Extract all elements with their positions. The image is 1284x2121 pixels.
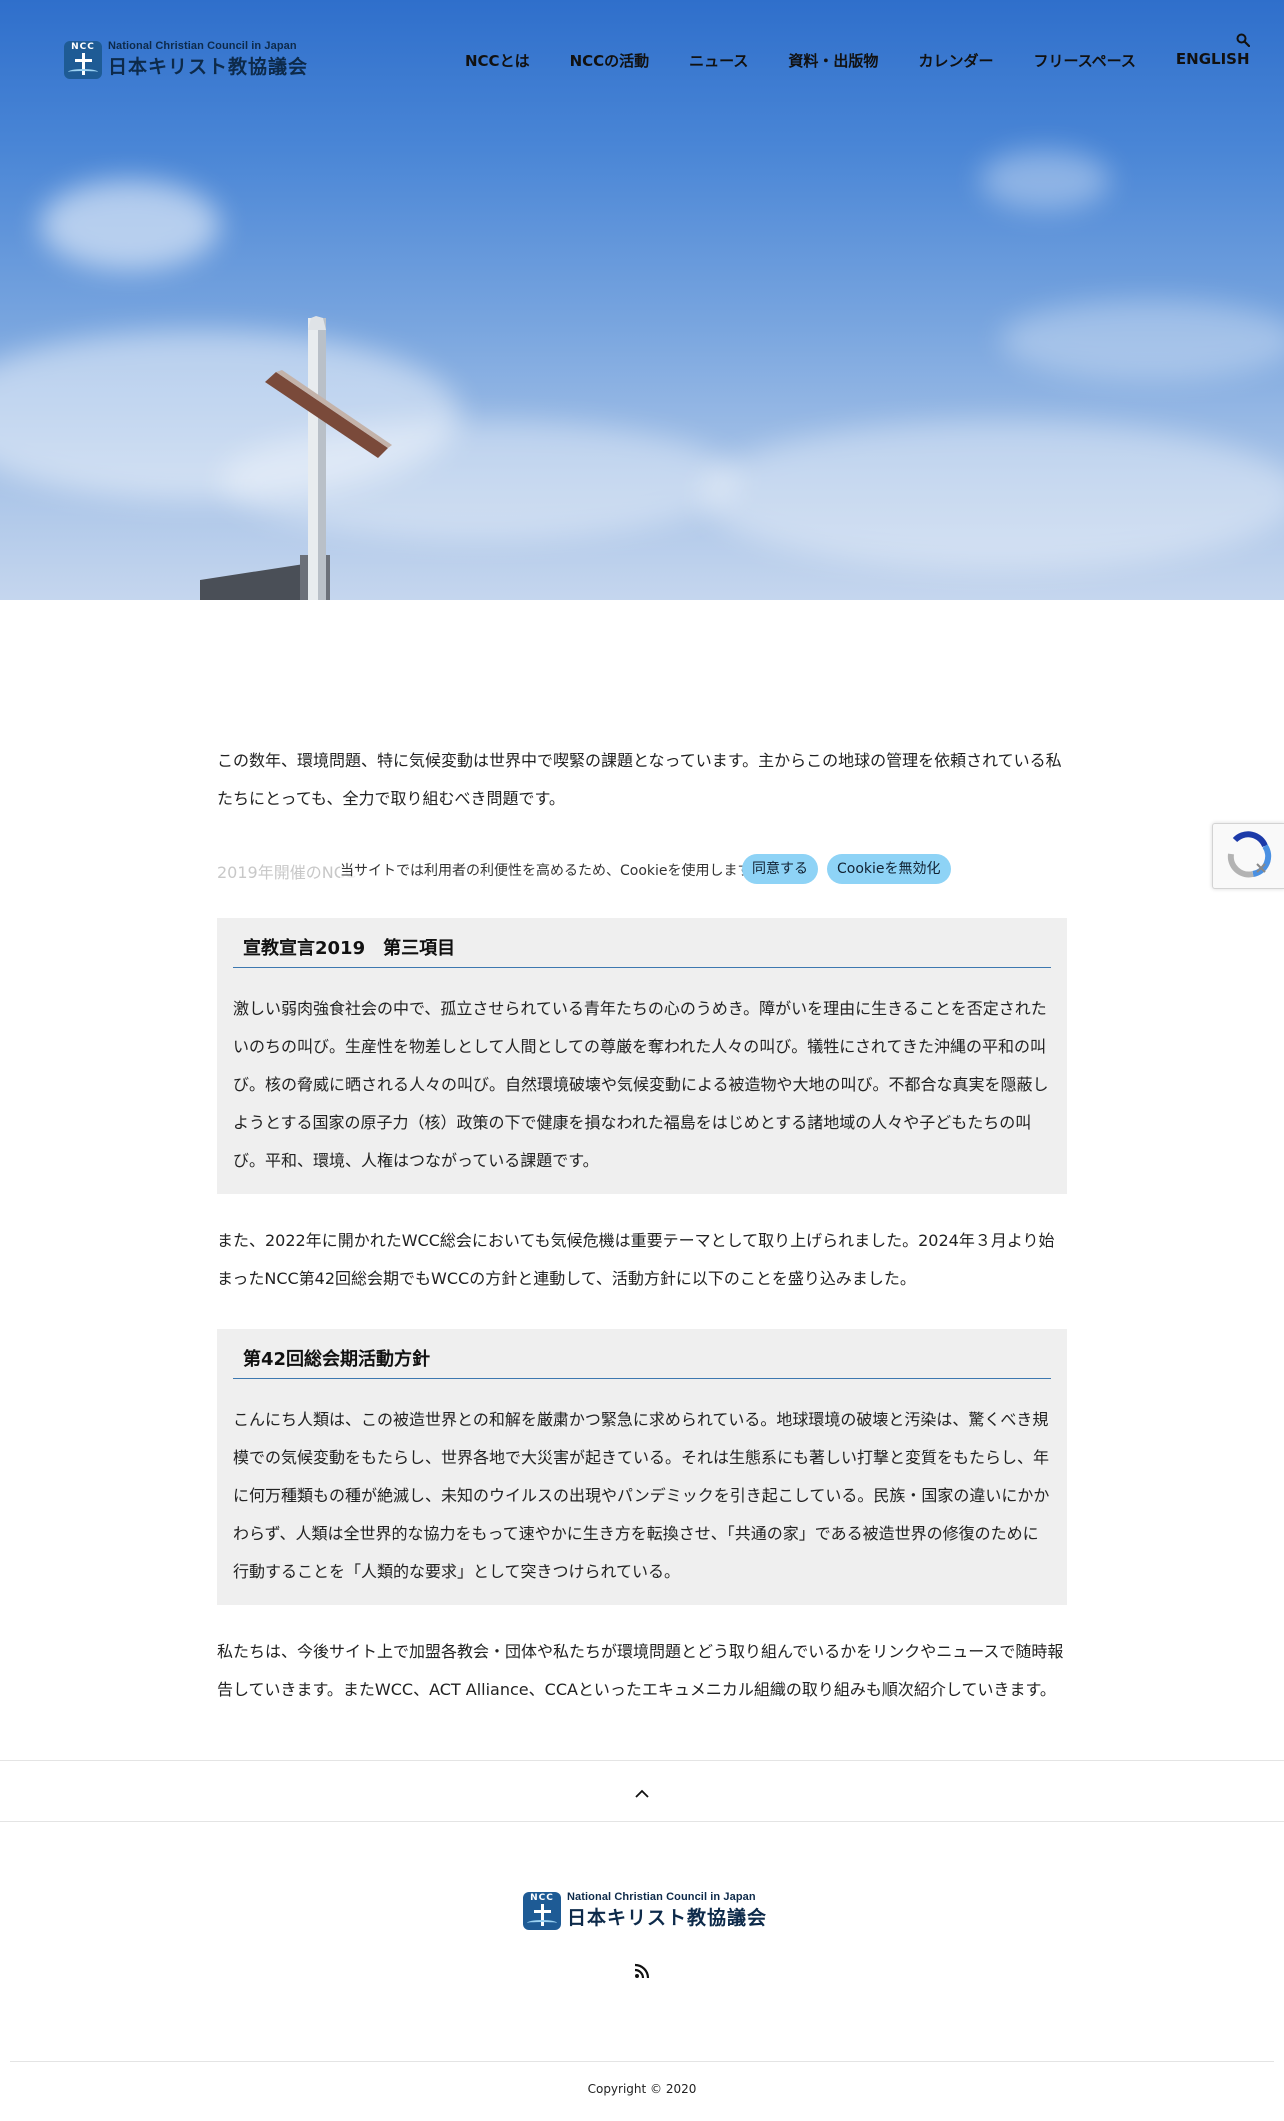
policy-box: 第42回総会期活動方針 こんにち人類は、この被造世界との和解を厳粛かつ緊急に求め…	[217, 1329, 1067, 1605]
site-header: NCC National Christian Council in Japan …	[0, 0, 1284, 120]
site-logo[interactable]: NCC National Christian Council in Japan …	[64, 40, 308, 79]
search-icon[interactable]	[1236, 33, 1250, 47]
cookie-decline-button[interactable]: Cookieを無効化	[827, 854, 951, 884]
nav-english[interactable]: ENGLISH	[1176, 50, 1250, 71]
box-title: 宣教宣言2019 第三項目	[233, 930, 1051, 968]
obscured-paragraph: 2019年開催のNCC	[217, 863, 357, 882]
rss-icon[interactable]	[634, 1963, 650, 1979]
nav-calendar[interactable]: カレンダー	[918, 50, 993, 71]
logo-japanese-name: 日本キリスト教協議会	[567, 1907, 768, 1929]
logo-japanese-name: 日本キリスト教協議会	[108, 56, 309, 78]
nav-free-space[interactable]: フリースペース	[1033, 50, 1135, 71]
nav-about[interactable]: NCCとは	[465, 50, 530, 71]
footer-logo[interactable]: NCC National Christian Council in Japan …	[523, 1891, 767, 1930]
box-title: 第42回総会期活動方針	[233, 1341, 1051, 1379]
intro-paragraph: この数年、環境問題、特に気候変動は世界中で喫緊の課題となっています。主からこの地…	[217, 751, 1062, 808]
nav-news[interactable]: ニュース	[689, 50, 748, 71]
chevron-up-icon[interactable]	[634, 1784, 650, 1798]
paragraph-3: 私たちは、今後サイト上で加盟各教会・団体や私たちが環境問題とどう取り組んでいるか…	[217, 1633, 1067, 1709]
main-content: この数年、環境問題、特に気候変動は世界中で喫緊の課題となっています。主からこの地…	[217, 742, 1067, 818]
divider	[0, 1760, 1284, 1761]
divider	[10, 2061, 1274, 2062]
recaptcha-icon	[1227, 831, 1272, 878]
ncc-logo-icon: NCC	[523, 1891, 561, 1930]
nav-publications[interactable]: 資料・出版物	[788, 50, 878, 71]
closing-paragraph: 私たちは、今後サイト上で加盟各教会・団体や私たちが環境問題とどう取り組んでいるか…	[217, 1642, 1064, 1699]
cookie-notice: 2019年開催のNCC 当サイトでは利用者の利便性を高めるため、Cookieを使…	[217, 852, 1067, 886]
logo-english-name: National Christian Council in Japan	[108, 40, 297, 52]
copyright: Copyright © 2020	[587, 2082, 697, 2096]
box-body: 激しい弱肉強食社会の中で、孤立させられている青年たちの心のうめき。障がいを理由に…	[233, 999, 1049, 1170]
cookie-accept-button[interactable]: 同意する	[742, 854, 818, 884]
wcc-paragraph: また、2022年に開かれたWCC総会においても気候危機は重要テーマとして取り上げ…	[217, 1231, 1055, 1288]
recaptcha-badge[interactable]	[1212, 823, 1284, 889]
ncc-logo-icon: NCC	[64, 40, 102, 79]
paragraph-2: また、2022年に開かれたWCC総会においても気候危機は重要テーマとして取り上げ…	[217, 1222, 1067, 1298]
cookie-message: 当サイトでは利用者の利便性を高めるため、Cookieを使用します。	[340, 860, 765, 880]
divider	[0, 1821, 1284, 1822]
declaration-box: 宣教宣言2019 第三項目 激しい弱肉強食社会の中で、孤立させられている青年たち…	[217, 918, 1067, 1194]
logo-english-name: National Christian Council in Japan	[567, 1891, 756, 1903]
nav-activities[interactable]: NCCの活動	[570, 50, 650, 71]
main-nav: NCCとは NCCの活動 ニュース 資料・出版物 カレンダー フリースペース E…	[465, 50, 1284, 71]
box-body: こんにち人類は、この被造世界との和解を厳粛かつ緊急に求められている。地球環境の破…	[233, 1410, 1050, 1581]
